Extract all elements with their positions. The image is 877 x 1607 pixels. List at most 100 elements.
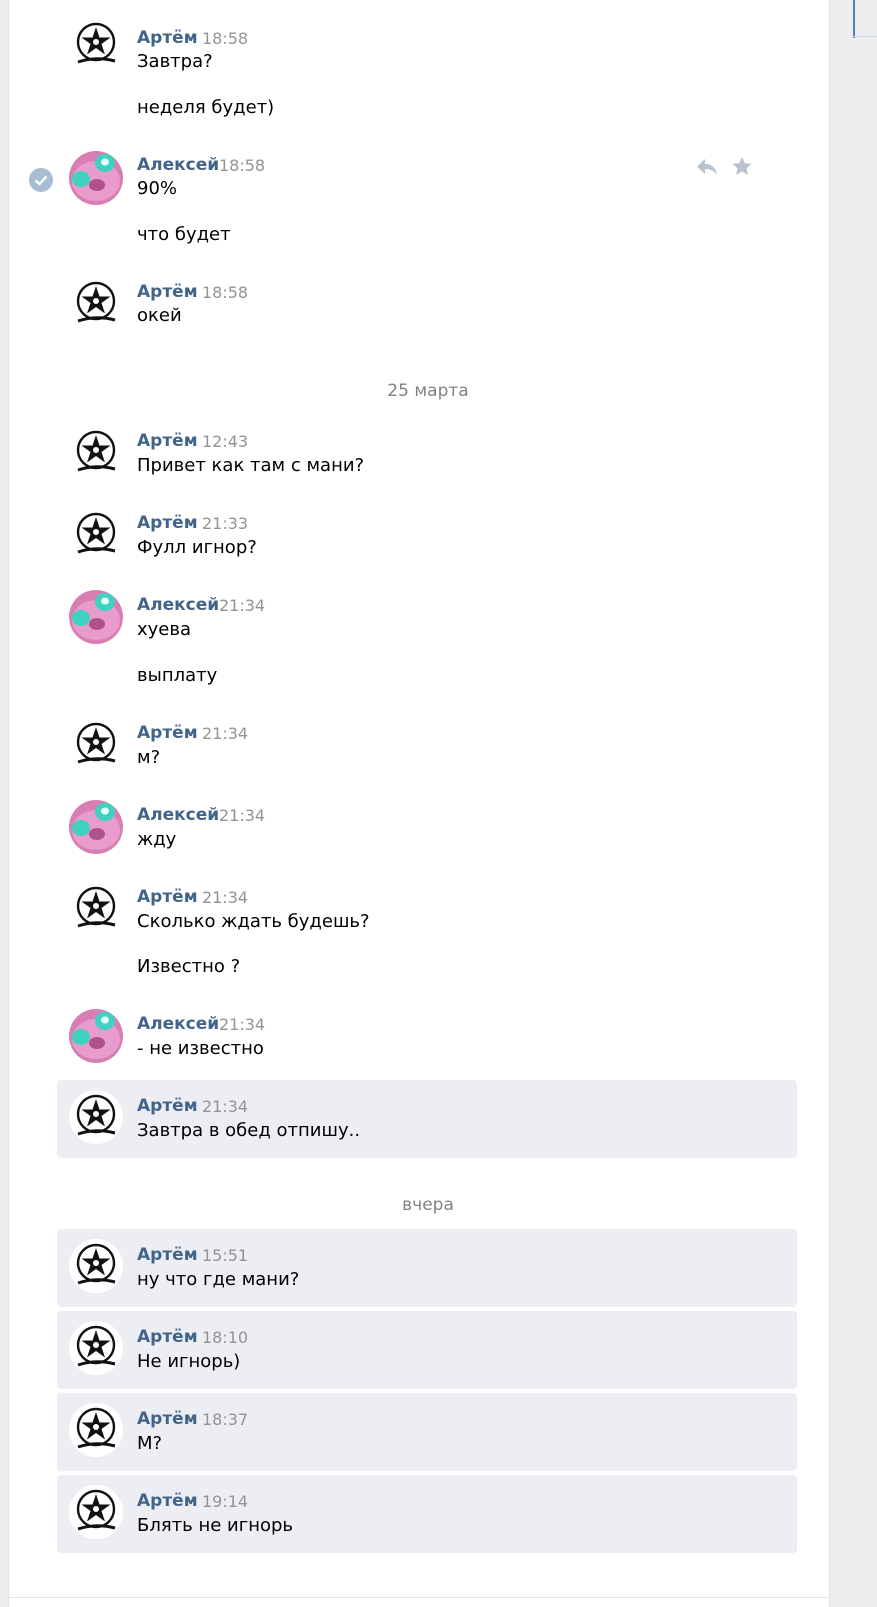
message-time[interactable]: 21:33 xyxy=(202,514,248,534)
date-separator: вчера xyxy=(402,1195,454,1215)
avatar[interactable] xyxy=(69,18,123,72)
message-text: ну что где мани? xyxy=(137,1269,300,1290)
message-time[interactable]: 21:34 xyxy=(219,596,265,616)
avatar[interactable] xyxy=(69,277,123,331)
wolf-star-avatar xyxy=(69,1239,123,1293)
message-author[interactable]: Артём xyxy=(137,1491,198,1511)
message-author[interactable]: Алексей xyxy=(137,805,219,825)
message-author[interactable]: Артём xyxy=(137,1409,198,1429)
pink-avatar xyxy=(69,590,123,644)
message-item[interactable]: Алексей 21:34 - не известно xyxy=(57,1004,797,1064)
message-time[interactable]: 19:14 xyxy=(202,1492,248,1512)
message-item[interactable]: Артём 18:58 Завтра? неделя будет) xyxy=(57,18,797,118)
message-time[interactable]: 18:58 xyxy=(219,156,265,176)
wolf-star-avatar xyxy=(69,718,123,772)
message-item[interactable]: Артём 21:34 м? xyxy=(57,713,797,773)
avatar[interactable] xyxy=(69,590,123,644)
check-circle-icon[interactable] xyxy=(29,168,53,196)
message-text: Фулл игнор? xyxy=(137,537,257,558)
message-item[interactable]: Артём 18:58 окей xyxy=(57,272,797,332)
message-text: М? xyxy=(137,1433,163,1454)
chat-history-panel: Артём 18:58 Завтра? неделя будет) Алексе… xyxy=(8,0,830,1607)
message-author[interactable]: Артём xyxy=(137,28,198,48)
message-text: Сколько ждать будешь? xyxy=(137,911,370,932)
avatar[interactable] xyxy=(69,1321,123,1375)
message-author[interactable]: Артём xyxy=(137,1327,198,1347)
message-text: выплату xyxy=(137,665,218,686)
message-time[interactable]: 21:34 xyxy=(219,806,265,826)
avatar[interactable] xyxy=(69,1239,123,1293)
message-time[interactable]: 15:51 xyxy=(202,1246,248,1266)
message-text: что будет xyxy=(137,224,231,245)
pink-avatar xyxy=(69,1009,123,1063)
avatar[interactable] xyxy=(69,1090,123,1144)
wolf-star-avatar xyxy=(69,508,123,562)
message-author[interactable]: Артём xyxy=(137,431,198,451)
wolf-star-avatar xyxy=(69,1403,123,1457)
message-time[interactable]: 18:58 xyxy=(202,29,248,49)
message-text: - не известно xyxy=(137,1038,264,1059)
star-icon[interactable] xyxy=(731,155,753,181)
message-author[interactable]: Алексей xyxy=(137,155,219,175)
message-item-unread[interactable]: Артём 18:10 Не игнорь) xyxy=(57,1311,797,1389)
message-item[interactable]: Артём 21:33 Фулл игнор? xyxy=(57,503,797,563)
pink-avatar xyxy=(69,151,123,205)
message-text: Завтра? xyxy=(137,51,213,72)
message-author[interactable]: Алексей xyxy=(137,1014,219,1034)
message-text: окей xyxy=(137,305,182,326)
date-separator: 25 марта xyxy=(387,381,469,401)
message-time[interactable]: 18:37 xyxy=(202,1410,248,1430)
message-text: Известно ? xyxy=(137,956,241,977)
wolf-star-avatar xyxy=(69,277,123,331)
avatar[interactable] xyxy=(69,882,123,936)
message-item[interactable]: Артём 12:43 Привет как там с мани? xyxy=(57,421,797,481)
avatar[interactable] xyxy=(69,1485,123,1539)
avatar[interactable] xyxy=(69,151,123,205)
message-text: хуева xyxy=(137,619,192,640)
message-time[interactable]: 21:34 xyxy=(219,1015,265,1035)
avatar[interactable] xyxy=(69,1009,123,1063)
message-item-unread[interactable]: Артём 19:14 Блять не игнорь xyxy=(57,1475,797,1553)
message-text: 90% xyxy=(137,178,178,199)
message-time[interactable]: 12:43 xyxy=(202,432,248,452)
message-author[interactable]: Артём xyxy=(137,1096,198,1116)
wolf-star-avatar xyxy=(69,1090,123,1144)
composer-divider xyxy=(8,1597,830,1598)
message-text: жду xyxy=(137,829,177,850)
wolf-star-avatar xyxy=(69,1321,123,1375)
avatar[interactable] xyxy=(69,508,123,562)
message-text: Привет как там с мани? xyxy=(137,455,365,476)
message-item-unread[interactable]: Артём 21:34 Завтра в обед отпишу.. xyxy=(57,1080,797,1158)
message-author[interactable]: Артём xyxy=(137,1245,198,1265)
message-item[interactable]: Алексей 18:58 90% что будет xyxy=(57,145,797,245)
message-author[interactable]: Артём xyxy=(137,282,198,302)
pink-avatar xyxy=(69,800,123,854)
right-column-divider xyxy=(853,36,877,37)
message-author[interactable]: Артём xyxy=(137,723,198,743)
avatar[interactable] xyxy=(69,426,123,480)
reply-icon[interactable] xyxy=(695,157,719,181)
message-time[interactable]: 18:58 xyxy=(202,283,248,303)
message-author[interactable]: Артём xyxy=(137,887,198,907)
avatar[interactable] xyxy=(69,718,123,772)
message-author[interactable]: Артём xyxy=(137,513,198,533)
message-item[interactable]: Алексей 21:34 хуева выплату xyxy=(57,585,797,686)
wolf-star-avatar xyxy=(69,882,123,936)
message-time[interactable]: 18:10 xyxy=(202,1328,248,1348)
message-text: м? xyxy=(137,747,161,768)
message-item-unread[interactable]: Артём 15:51 ну что где мани? xyxy=(57,1229,797,1307)
message-author[interactable]: Алексей xyxy=(137,595,219,615)
message-item[interactable]: Артём 21:34 Сколько ждать будешь? Извест… xyxy=(57,877,797,977)
message-time[interactable]: 21:34 xyxy=(202,724,248,744)
wolf-star-avatar xyxy=(69,1485,123,1539)
wolf-star-avatar xyxy=(69,18,123,72)
message-time[interactable]: 21:34 xyxy=(202,1097,248,1117)
message-text: неделя будет) xyxy=(137,97,275,118)
message-time[interactable]: 21:34 xyxy=(202,888,248,908)
message-text: Завтра в обед отпишу.. xyxy=(137,1120,361,1141)
avatar[interactable] xyxy=(69,800,123,854)
message-text: Блять не игнорь xyxy=(137,1515,294,1536)
message-item-unread[interactable]: Артём 18:37 М? xyxy=(57,1393,797,1471)
avatar[interactable] xyxy=(69,1403,123,1457)
message-item[interactable]: Алексей 21:34 жду xyxy=(57,795,797,855)
